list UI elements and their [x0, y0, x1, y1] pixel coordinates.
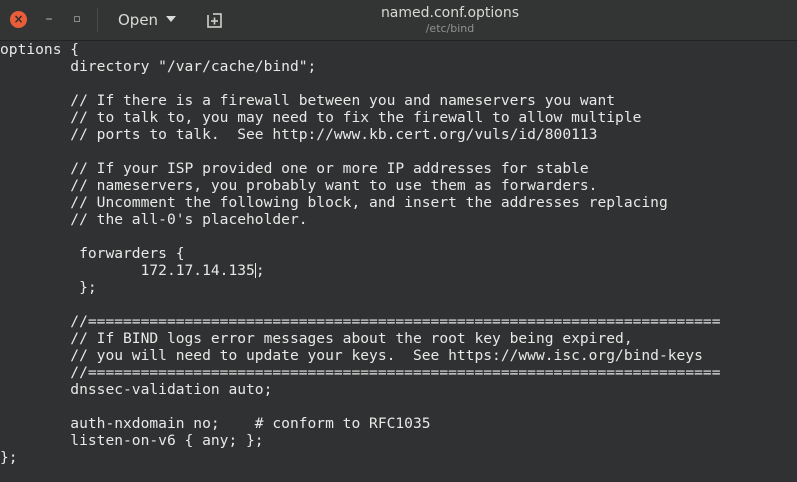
- code-line[interactable]: [0, 398, 797, 415]
- code-line[interactable]: auth-nxdomain no; # conform to RFC1035: [0, 415, 797, 432]
- new-document-button[interactable]: [205, 10, 225, 30]
- code-text: ;: [255, 262, 265, 279]
- code-line[interactable]: };: [0, 279, 797, 296]
- minimize-icon: –: [45, 11, 53, 27]
- code-line[interactable]: listen-on-v6 { any; };: [0, 432, 797, 449]
- code-view[interactable]: options { directory "/var/cache/bind"; /…: [0, 41, 797, 466]
- code-line[interactable]: [0, 75, 797, 92]
- code-line[interactable]: // ports to talk. See http://www.kb.cert…: [0, 126, 797, 143]
- maximize-button[interactable]: ▫: [71, 9, 83, 29]
- text-editor[interactable]: options { directory "/var/cache/bind"; /…: [0, 41, 797, 482]
- code-line[interactable]: };: [0, 449, 797, 466]
- header-separator: [97, 8, 98, 32]
- code-line[interactable]: // If BIND logs error messages about the…: [0, 330, 797, 347]
- text-editor-window: × – ▫ Open named.conf.options /etc/bind …: [0, 0, 797, 482]
- close-button[interactable]: ×: [10, 11, 27, 28]
- code-line[interactable]: // If your ISP provided one or more IP a…: [0, 160, 797, 177]
- open-button-label: Open: [118, 11, 159, 29]
- chevron-down-icon: [166, 15, 177, 22]
- code-line[interactable]: // Uncomment the following block, and in…: [0, 194, 797, 211]
- code-line[interactable]: [0, 296, 797, 313]
- code-line[interactable]: // nameservers, you probably want to use…: [0, 177, 797, 194]
- code-line[interactable]: // the all-0's placeholder.: [0, 211, 797, 228]
- code-line[interactable]: [0, 228, 797, 245]
- code-line[interactable]: //======================================…: [0, 364, 797, 381]
- code-line[interactable]: // to talk to, you may need to fix the f…: [0, 109, 797, 126]
- maximize-icon: ▫: [73, 12, 81, 25]
- title-area: named.conf.options /etc/bind: [300, 4, 600, 36]
- header-bar: × – ▫ Open named.conf.options /etc/bind: [0, 0, 797, 41]
- code-line[interactable]: options {: [0, 41, 797, 58]
- code-line[interactable]: [0, 143, 797, 160]
- close-icon: ×: [13, 12, 24, 26]
- minimize-button[interactable]: –: [43, 9, 55, 29]
- code-line[interactable]: //======================================…: [0, 313, 797, 330]
- new-document-icon: [207, 12, 222, 28]
- window-title: named.conf.options: [380, 5, 520, 21]
- code-line[interactable]: dnssec-validation auto;: [0, 381, 797, 398]
- code-text: 172.17.14.135: [0, 262, 255, 279]
- window-subtitle: /etc/bind: [425, 22, 475, 35]
- code-line[interactable]: // you will need to update your keys. Se…: [0, 347, 797, 364]
- code-line[interactable]: // If there is a firewall between you an…: [0, 92, 797, 109]
- code-line[interactable]: 172.17.14.135;: [0, 262, 797, 279]
- code-line[interactable]: directory "/var/cache/bind";: [0, 58, 797, 75]
- open-button[interactable]: Open: [112, 8, 182, 32]
- code-line[interactable]: forwarders {: [0, 245, 797, 262]
